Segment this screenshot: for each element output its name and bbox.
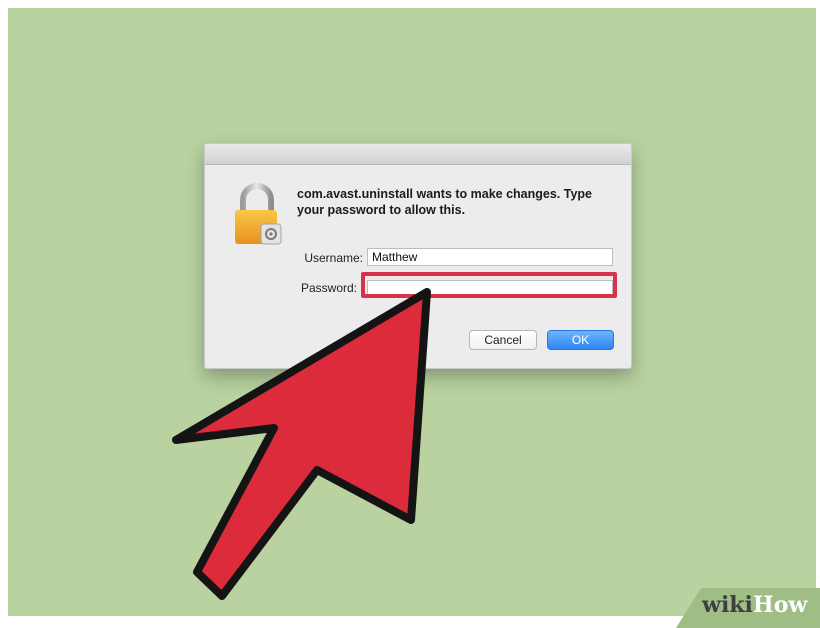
watermark-how: How [752,592,808,618]
arrow-pointer-icon [172,288,431,600]
watermark-wiki: wiki [702,592,753,618]
watermark-logo: wikiHow [702,592,807,618]
